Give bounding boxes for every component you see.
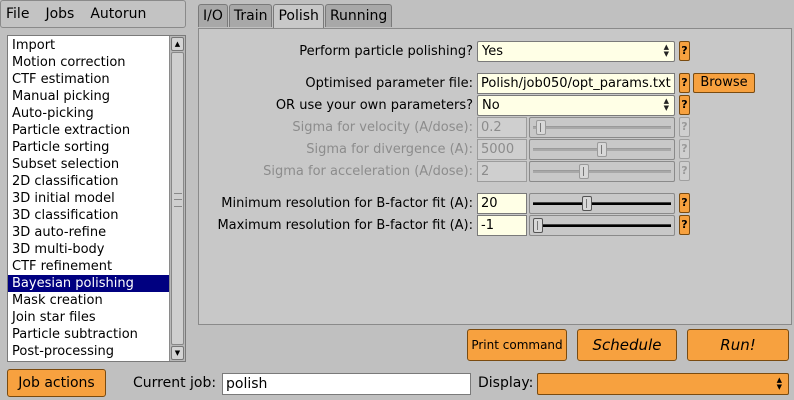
sigma-velocity-row: Sigma for velocity (A/dose): 0.2 ?	[199, 117, 793, 138]
menu-jobs[interactable]: Jobs	[37, 6, 82, 22]
job-type-item[interactable]: Mask creation	[8, 292, 171, 309]
print-command-button[interactable]: Print command	[467, 329, 567, 361]
own-params-row: OR use your own parameters? No ▲ ▼ ?	[199, 95, 793, 116]
sigma-acceleration-slider[interactable]	[529, 161, 675, 182]
job-type-item[interactable]: Join star files	[8, 309, 171, 326]
menu-autorun[interactable]: Autorun	[82, 6, 154, 22]
sigma-velocity-help-button[interactable]: ?	[679, 117, 690, 137]
run-button[interactable]: Run!	[687, 329, 789, 361]
sigma-divergence-label: Sigma for divergence (A):	[306, 142, 473, 157]
job-type-item[interactable]: 2D classification	[8, 173, 171, 190]
perform-polishing-select[interactable]: Yes ▲ ▼	[477, 41, 675, 62]
opt-param-file-row: Optimised parameter file: Polish/job050/…	[199, 73, 793, 94]
perform-polishing-row: Perform particle polishing? Yes ▲ ▼ ?	[199, 41, 793, 62]
sigma-divergence-help-button[interactable]: ?	[679, 139, 690, 159]
own-params-label: OR use your own parameters?	[275, 98, 473, 113]
current-job-input[interactable]: polish	[222, 373, 471, 395]
max-res-help-button[interactable]: ?	[679, 215, 690, 235]
opt-param-file-input[interactable]: Polish/job050/opt_params.txt	[477, 73, 675, 94]
sigma-divergence-slider[interactable]	[529, 139, 675, 160]
max-res-input[interactable]: -1	[477, 215, 527, 236]
sigma-divergence-input[interactable]: 5000	[477, 139, 527, 160]
max-res-row: Maximum resolution for B-factor fit (A):…	[199, 215, 793, 236]
job-type-item[interactable]: Import	[8, 37, 171, 54]
slider-track	[533, 202, 671, 205]
slider-track	[533, 126, 671, 129]
own-params-help-button[interactable]: ?	[679, 95, 690, 115]
slider-knob[interactable]	[533, 218, 543, 233]
updown-icon: ▲ ▼	[776, 376, 782, 391]
browse-button[interactable]: Browse	[693, 73, 755, 93]
min-res-input[interactable]: 20	[477, 193, 527, 214]
sigma-velocity-label: Sigma for velocity (A/dose):	[292, 120, 473, 135]
min-res-help-button[interactable]: ?	[679, 193, 690, 213]
job-type-item[interactable]: CTF refinement	[8, 258, 171, 275]
sigma-acceleration-input[interactable]: 2	[477, 161, 527, 182]
menu-file[interactable]: File	[1, 6, 37, 22]
job-type-item[interactable]: 3D initial model	[8, 190, 171, 207]
updown-icon: ▲ ▼	[663, 43, 669, 58]
sigma-velocity-slider[interactable]	[529, 117, 675, 138]
own-params-select[interactable]: No ▲ ▼	[477, 95, 675, 116]
job-type-item[interactable]: CTF estimation	[8, 71, 171, 88]
perform-polishing-label: Perform particle polishing?	[299, 44, 473, 59]
current-job-label: Current job:	[133, 375, 217, 391]
job-type-list[interactable]: Import Motion correction CTF estimation Man…	[7, 35, 186, 362]
job-type-items: Import Motion correction CTF estimation Man…	[8, 37, 171, 360]
tab-running[interactable]: Running	[324, 4, 393, 27]
sigma-acceleration-label: Sigma for acceleration (A/dose):	[263, 164, 473, 179]
job-actions-button[interactable]: Job actions	[7, 369, 106, 397]
job-type-item[interactable]: Auto-picking	[8, 105, 171, 122]
job-type-item[interactable]: 3D multi-body	[8, 241, 171, 258]
slider-track	[533, 224, 671, 227]
slider-knob[interactable]	[579, 164, 590, 179]
job-type-item[interactable]: Particle sorting	[8, 139, 171, 156]
sigma-acceleration-row: Sigma for acceleration (A/dose): 2 ?	[199, 161, 793, 182]
sigma-velocity-input[interactable]: 0.2	[477, 117, 527, 138]
job-type-item[interactable]: Subset selection	[8, 156, 171, 173]
job-type-item[interactable]: 3D auto-refine	[8, 224, 171, 241]
min-res-row: Minimum resolution for B-factor fit (A):…	[199, 193, 793, 214]
slider-track	[533, 170, 671, 173]
job-list-scrollbar[interactable]: ▲ ▼	[169, 36, 185, 361]
tab-io[interactable]: I/O	[198, 4, 228, 27]
perform-polishing-value: Yes	[482, 44, 503, 59]
max-res-label: Maximum resolution for B-factor fit (A):	[217, 218, 473, 233]
perform-polishing-help-button[interactable]: ?	[679, 41, 690, 61]
job-type-item[interactable]: Bayesian polishing	[8, 275, 171, 292]
slider-knob[interactable]	[535, 120, 546, 135]
polish-panel: Perform particle polishing? Yes ▲ ▼ ? Opt…	[198, 28, 792, 325]
slider-knob[interactable]	[597, 142, 607, 157]
job-type-item[interactable]: Motion correction	[8, 54, 171, 71]
min-res-slider[interactable]	[529, 193, 675, 214]
slider-knob[interactable]	[581, 196, 592, 211]
menu-bar: File Jobs Autorun	[0, 0, 186, 28]
schedule-button[interactable]: Schedule	[577, 329, 677, 361]
job-type-item[interactable]: Particle extraction	[8, 122, 171, 139]
job-type-item[interactable]: Particle subtraction	[8, 326, 171, 343]
tab-train[interactable]: Train	[228, 4, 273, 27]
opt-param-file-help-button[interactable]: ?	[679, 73, 690, 93]
scroll-thumb[interactable]	[171, 52, 184, 345]
sigma-divergence-row: Sigma for divergence (A): 5000 ?	[199, 139, 793, 160]
opt-param-file-label: Optimised parameter file:	[305, 76, 473, 91]
display-label: Display:	[478, 375, 534, 391]
min-res-label: Minimum resolution for B-factor fit (A):	[221, 196, 473, 211]
job-type-item[interactable]: Post-processing	[8, 343, 171, 360]
max-res-slider[interactable]	[529, 215, 675, 236]
scroll-down-icon[interactable]: ▼	[171, 346, 184, 360]
tab-polish[interactable]: Polish	[273, 4, 324, 29]
grip-icon	[174, 193, 182, 207]
job-type-item[interactable]: Manual picking	[8, 88, 171, 105]
own-params-value: No	[482, 98, 500, 113]
job-type-item[interactable]: 3D classification	[8, 207, 171, 224]
updown-icon: ▲ ▼	[663, 97, 669, 112]
sigma-acceleration-help-button[interactable]: ?	[679, 161, 690, 181]
tab-bar: I/O Train Polish Running	[198, 4, 393, 29]
display-select[interactable]: ▲ ▼	[537, 373, 789, 395]
scroll-up-icon[interactable]: ▲	[171, 37, 184, 51]
